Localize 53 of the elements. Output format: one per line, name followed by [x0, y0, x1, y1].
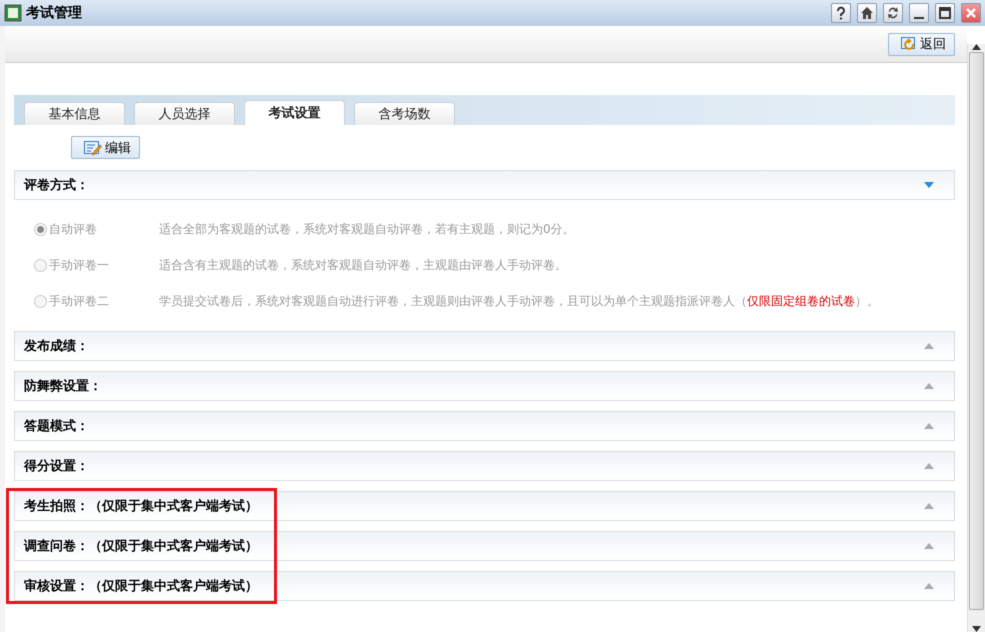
- option-description: 学员提交试卷后，系统对客观题自动进行评卷，主观题则由评卷人手动评卷，且可以为单个主观题指派评卷人（仅限固定组卷的试卷）。: [159, 293, 879, 310]
- section-title: 得分设置：: [24, 458, 90, 475]
- scrollbar[interactable]: [967, 44, 985, 632]
- expand-arrow-icon[interactable]: [924, 503, 934, 509]
- option-description: 适合含有主观题的试卷，系统对客观题自动评卷，主观题由评卷人手动评卷。: [159, 257, 567, 274]
- tab[interactable]: 基本信息: [24, 102, 125, 125]
- section-header[interactable]: 考生拍照：（仅限于集中式客户端考试）: [14, 491, 955, 521]
- section-header[interactable]: 调查问卷：（仅限于集中式客户端考试）: [14, 531, 955, 561]
- window-title: 考试管理: [26, 4, 83, 22]
- option-label: 手动评卷二: [49, 293, 110, 310]
- scroll-up-arrow-icon[interactable]: [972, 44, 981, 50]
- refresh-icon: [885, 5, 901, 21]
- app-icon: [4, 4, 22, 22]
- expand-arrow-icon[interactable]: [924, 463, 934, 469]
- refresh-button[interactable]: [883, 3, 903, 23]
- home-icon: [859, 5, 875, 21]
- maximize-icon: [937, 5, 953, 21]
- collapse-arrow-icon[interactable]: [924, 182, 934, 188]
- section-title: 调查问卷：（仅限于集中式客户端考试）: [24, 538, 259, 555]
- expand-arrow-icon[interactable]: [924, 383, 934, 389]
- section-header[interactable]: 发布成绩：: [14, 331, 955, 361]
- tab[interactable]: 含考场数: [354, 102, 455, 125]
- close-button[interactable]: [961, 3, 981, 23]
- tab[interactable]: 考试设置: [244, 100, 345, 125]
- section-header[interactable]: 得分设置：: [14, 451, 955, 481]
- help-button[interactable]: [831, 3, 851, 23]
- section-title: 发布成绩：: [24, 338, 90, 355]
- maximize-button[interactable]: [935, 3, 955, 23]
- section-title: 考生拍照：（仅限于集中式客户端考试）: [24, 498, 259, 515]
- section-title: 审核设置：（仅限于集中式客户端考试）: [24, 578, 259, 595]
- home-button[interactable]: [857, 3, 877, 23]
- return-arrow-icon: [901, 37, 917, 51]
- option-label: 自动评卷: [49, 221, 98, 238]
- tab[interactable]: 人员选择: [134, 102, 235, 125]
- expand-arrow-icon[interactable]: [924, 583, 934, 589]
- scroll-down-arrow-icon[interactable]: [972, 626, 981, 632]
- edit-button[interactable]: 编辑: [71, 136, 140, 159]
- expand-arrow-icon[interactable]: [924, 543, 934, 549]
- edit-pencil-icon: [84, 140, 102, 156]
- section-title: 防舞弊设置：: [24, 378, 103, 395]
- section-title: 评卷方式：: [24, 176, 90, 194]
- expand-arrow-icon[interactable]: [924, 343, 934, 349]
- expand-arrow-icon[interactable]: [924, 423, 934, 429]
- section-header[interactable]: 防舞弊设置：: [14, 371, 955, 401]
- section-header[interactable]: 评卷方式：: [14, 170, 955, 200]
- minimize-icon: [914, 16, 924, 18]
- option-description: 适合全部为客观题的试卷，系统对客观题自动评卷，若有主观题，则记为0分。: [159, 221, 575, 238]
- section-title: 答题模式：: [24, 418, 90, 435]
- section-header[interactable]: 审核设置：（仅限于集中式客户端考试）: [14, 571, 955, 601]
- back-button[interactable]: 返回: [888, 32, 955, 56]
- minimize-button[interactable]: [909, 3, 929, 23]
- option-label: 手动评卷一: [49, 257, 110, 274]
- section-header[interactable]: 答题模式：: [14, 411, 955, 441]
